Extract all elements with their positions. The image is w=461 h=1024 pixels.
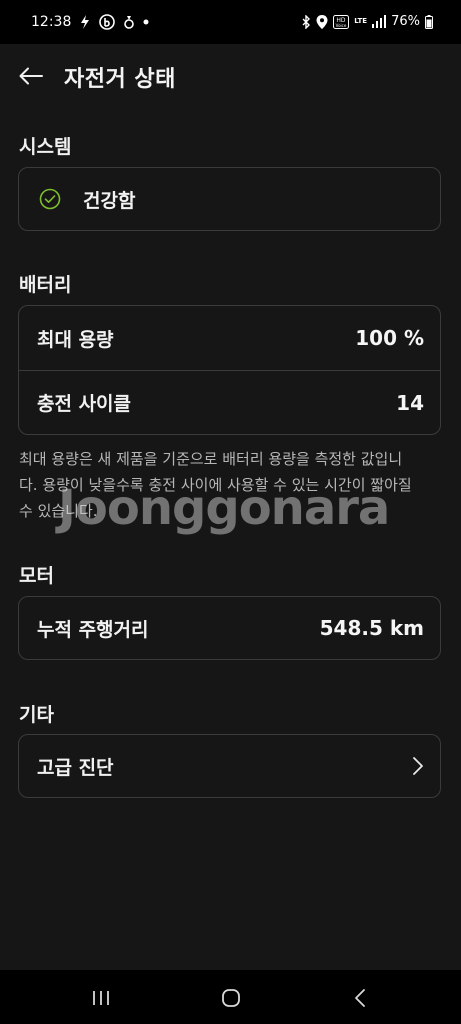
back-button[interactable] xyxy=(16,62,46,90)
app-header: 자전거 상태 xyxy=(0,44,461,108)
location-app-icon xyxy=(124,15,135,29)
svg-text:Voice: Voice xyxy=(336,23,347,28)
chevron-right-icon xyxy=(413,757,423,775)
charge-cycle-label: 충전 사이클 xyxy=(37,393,132,415)
battery-percent: 76% xyxy=(391,14,420,29)
system-status-text: 건강함 xyxy=(83,189,136,212)
total-distance-value: 548.5 km xyxy=(319,616,424,640)
network-type-label: LTE xyxy=(354,17,368,25)
max-capacity-label: 최대 용량 xyxy=(37,328,114,351)
screen: 12:38 HD Voice LTE 76% 자전거 상태 시스템 건강함 배터… xyxy=(0,0,461,1024)
motor-card: 누적 주행거리 548.5 km xyxy=(18,596,441,660)
status-bar: 12:38 HD Voice LTE 76% xyxy=(0,0,461,44)
advanced-diagnostics-row[interactable]: 고급 진단 xyxy=(19,735,440,797)
check-circle-icon xyxy=(39,188,61,210)
home-icon xyxy=(222,989,240,1007)
advanced-diagnostics-label: 고급 진단 xyxy=(37,756,114,779)
notification-dot-icon xyxy=(143,19,149,25)
system-status-row: 건강함 xyxy=(19,168,440,230)
bolt-icon xyxy=(80,15,90,29)
bluetooth-icon xyxy=(301,14,311,29)
system-status-card: 건강함 xyxy=(18,167,441,231)
other-section-title: 기타 xyxy=(19,704,54,726)
signal-icon xyxy=(372,15,387,28)
battery-card: 최대 용량 100 % 충전 사이클 14 xyxy=(18,305,441,435)
status-time: 12:38 xyxy=(31,14,72,30)
status-bar-left: 12:38 xyxy=(31,14,149,30)
back-nav-icon xyxy=(355,989,365,1007)
battery-icon xyxy=(425,14,433,29)
system-section-title: 시스템 xyxy=(19,136,72,158)
total-distance-label: 누적 주행거리 xyxy=(37,618,149,641)
total-distance-row: 누적 주행거리 548.5 km xyxy=(19,597,440,659)
arrow-left-icon xyxy=(19,67,43,85)
page-title: 자전거 상태 xyxy=(64,67,176,92)
charge-cycle-row: 충전 사이클 14 xyxy=(19,371,440,434)
hd-voice-icon: HD Voice xyxy=(333,14,350,29)
bike-app-icon xyxy=(99,14,116,30)
battery-capacity-note: 최대 용량은 새 제품을 기준으로 배터리 용량을 측정한 값입니다. 용량이 … xyxy=(19,450,412,520)
recent-apps-icon xyxy=(93,991,109,1005)
charge-cycle-value: 14 xyxy=(396,390,424,415)
status-bar-right: HD Voice LTE 76% xyxy=(301,14,433,29)
max-capacity-row: 최대 용량 100 % xyxy=(19,306,440,370)
other-card: 고급 진단 xyxy=(18,734,441,798)
battery-section-title: 배터리 xyxy=(19,274,72,296)
motor-section-title: 모터 xyxy=(19,565,54,587)
back-nav-button[interactable] xyxy=(345,986,375,1010)
system-navigation-bar xyxy=(0,970,461,1024)
home-button[interactable] xyxy=(216,986,246,1010)
max-capacity-value: 100 % xyxy=(355,326,424,350)
recent-apps-button[interactable] xyxy=(86,986,116,1010)
location-pin-icon xyxy=(316,14,328,29)
